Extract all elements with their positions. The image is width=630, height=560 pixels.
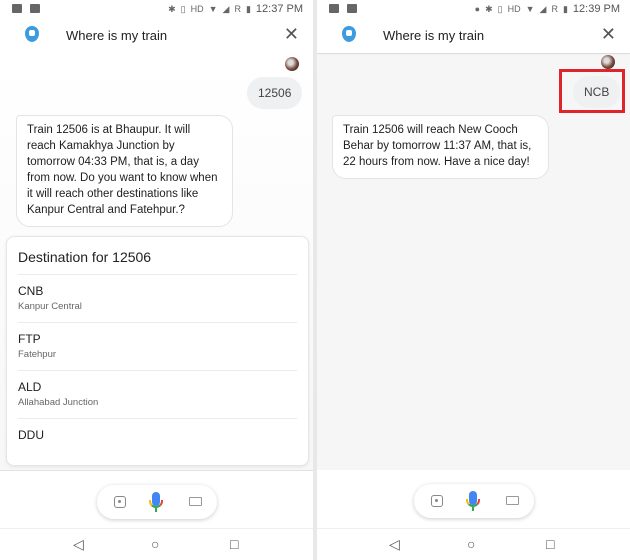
input-pill xyxy=(414,484,534,518)
user-message: 12506 xyxy=(247,77,303,109)
wifi-icon: ▼ xyxy=(208,4,218,14)
station-name: Fatehpur xyxy=(18,349,57,360)
list-item[interactable]: CNB Kanpur Central xyxy=(18,274,297,322)
home-icon[interactable]: ○ xyxy=(151,536,159,552)
wifi-icon: ▼ xyxy=(525,4,535,14)
signal-icon: ◢ xyxy=(222,3,230,14)
keyboard-icon[interactable] xyxy=(506,496,519,505)
image-icon xyxy=(12,4,22,13)
station-name: Allahabad Junction xyxy=(18,397,99,408)
list-item[interactable]: ALD Allahabad Junction xyxy=(18,370,297,418)
close-icon[interactable]: ✕ xyxy=(284,24,299,45)
lens-icon[interactable] xyxy=(431,495,443,507)
recents-icon[interactable]: □ xyxy=(230,536,238,552)
mic-base xyxy=(466,499,480,507)
mic-base xyxy=(149,500,163,508)
input-bar xyxy=(317,470,630,528)
app-title: Where is my train xyxy=(383,28,485,43)
status-bar: ✱ ▯ HD ▼ ◢ R ▮ 12:37 PM xyxy=(0,0,313,18)
app-header: Where is my train ✕ xyxy=(0,18,313,54)
assistant-message: Train 12506 is at Bhaupur. It will reach… xyxy=(16,115,233,227)
back-icon[interactable]: ◁ xyxy=(389,536,400,553)
right-screen: ● ✱ ▯ HD ▼ ◢ R ▮ 12:39 PM Where is my train ✕ NC… xyxy=(317,0,630,560)
station-code: DDU xyxy=(18,428,44,442)
user-avatar xyxy=(601,55,615,69)
station-name: Kanpur Central xyxy=(18,301,82,312)
bluetooth-icon: ✱ xyxy=(485,3,493,14)
list-item[interactable]: FTP Fatehpur xyxy=(18,322,297,370)
status-bar: ● ✱ ▯ HD ▼ ◢ R ▮ 12:39 PM xyxy=(317,0,630,18)
destination-card: Destination for 12506 CNB Kanpur Central … xyxy=(6,236,309,466)
input-bar xyxy=(0,470,313,528)
bluetooth-icon: ✱ xyxy=(168,3,176,14)
back-icon[interactable]: ◁ xyxy=(73,536,84,553)
activity-icon xyxy=(30,4,40,13)
image-icon xyxy=(329,4,339,13)
recents-icon[interactable]: □ xyxy=(546,536,554,552)
highlight-box xyxy=(559,69,625,113)
roaming-indicator: R xyxy=(551,4,558,14)
close-icon[interactable]: ✕ xyxy=(601,24,616,45)
vibrate-icon: ▯ xyxy=(497,3,503,14)
keyboard-icon[interactable] xyxy=(189,497,202,506)
station-code: CNB xyxy=(18,284,44,298)
mic-stem xyxy=(472,507,474,511)
app-header: Where is my train ✕ xyxy=(317,18,630,54)
clock: 12:37 PM xyxy=(255,3,303,15)
location-icon: ● xyxy=(474,4,481,14)
card-title: Destination for 12506 xyxy=(18,249,152,265)
assistant-message: Train 12506 will reach New Cooch Behar b… xyxy=(332,115,549,179)
lens-icon[interactable] xyxy=(114,496,126,508)
train-app-icon xyxy=(25,26,39,42)
left-screen: ✱ ▯ HD ▼ ◢ R ▮ 12:37 PM Where is my train ✕ 125… xyxy=(0,0,313,560)
input-pill xyxy=(97,485,217,519)
hd-icon: HD xyxy=(190,4,204,14)
nav-bar: ◁ ○ □ xyxy=(317,528,630,560)
app-title: Where is my train xyxy=(66,28,168,43)
signal-icon: ◢ xyxy=(539,3,547,14)
station-code: ALD xyxy=(18,380,42,394)
list-item[interactable]: DDU xyxy=(18,418,297,466)
home-icon[interactable]: ○ xyxy=(467,536,475,552)
train-app-icon xyxy=(342,26,356,42)
hd-icon: HD xyxy=(507,4,521,14)
vibrate-icon: ▯ xyxy=(180,3,186,14)
clock: 12:39 PM xyxy=(572,3,620,15)
station-code: FTP xyxy=(18,332,41,346)
nav-bar: ◁ ○ □ xyxy=(0,528,313,560)
roaming-indicator: R xyxy=(234,4,241,14)
mic-stem xyxy=(155,508,157,512)
battery-icon: ▮ xyxy=(562,3,568,14)
activity-icon xyxy=(347,4,357,13)
user-avatar xyxy=(285,57,299,71)
battery-icon: ▮ xyxy=(245,3,251,14)
